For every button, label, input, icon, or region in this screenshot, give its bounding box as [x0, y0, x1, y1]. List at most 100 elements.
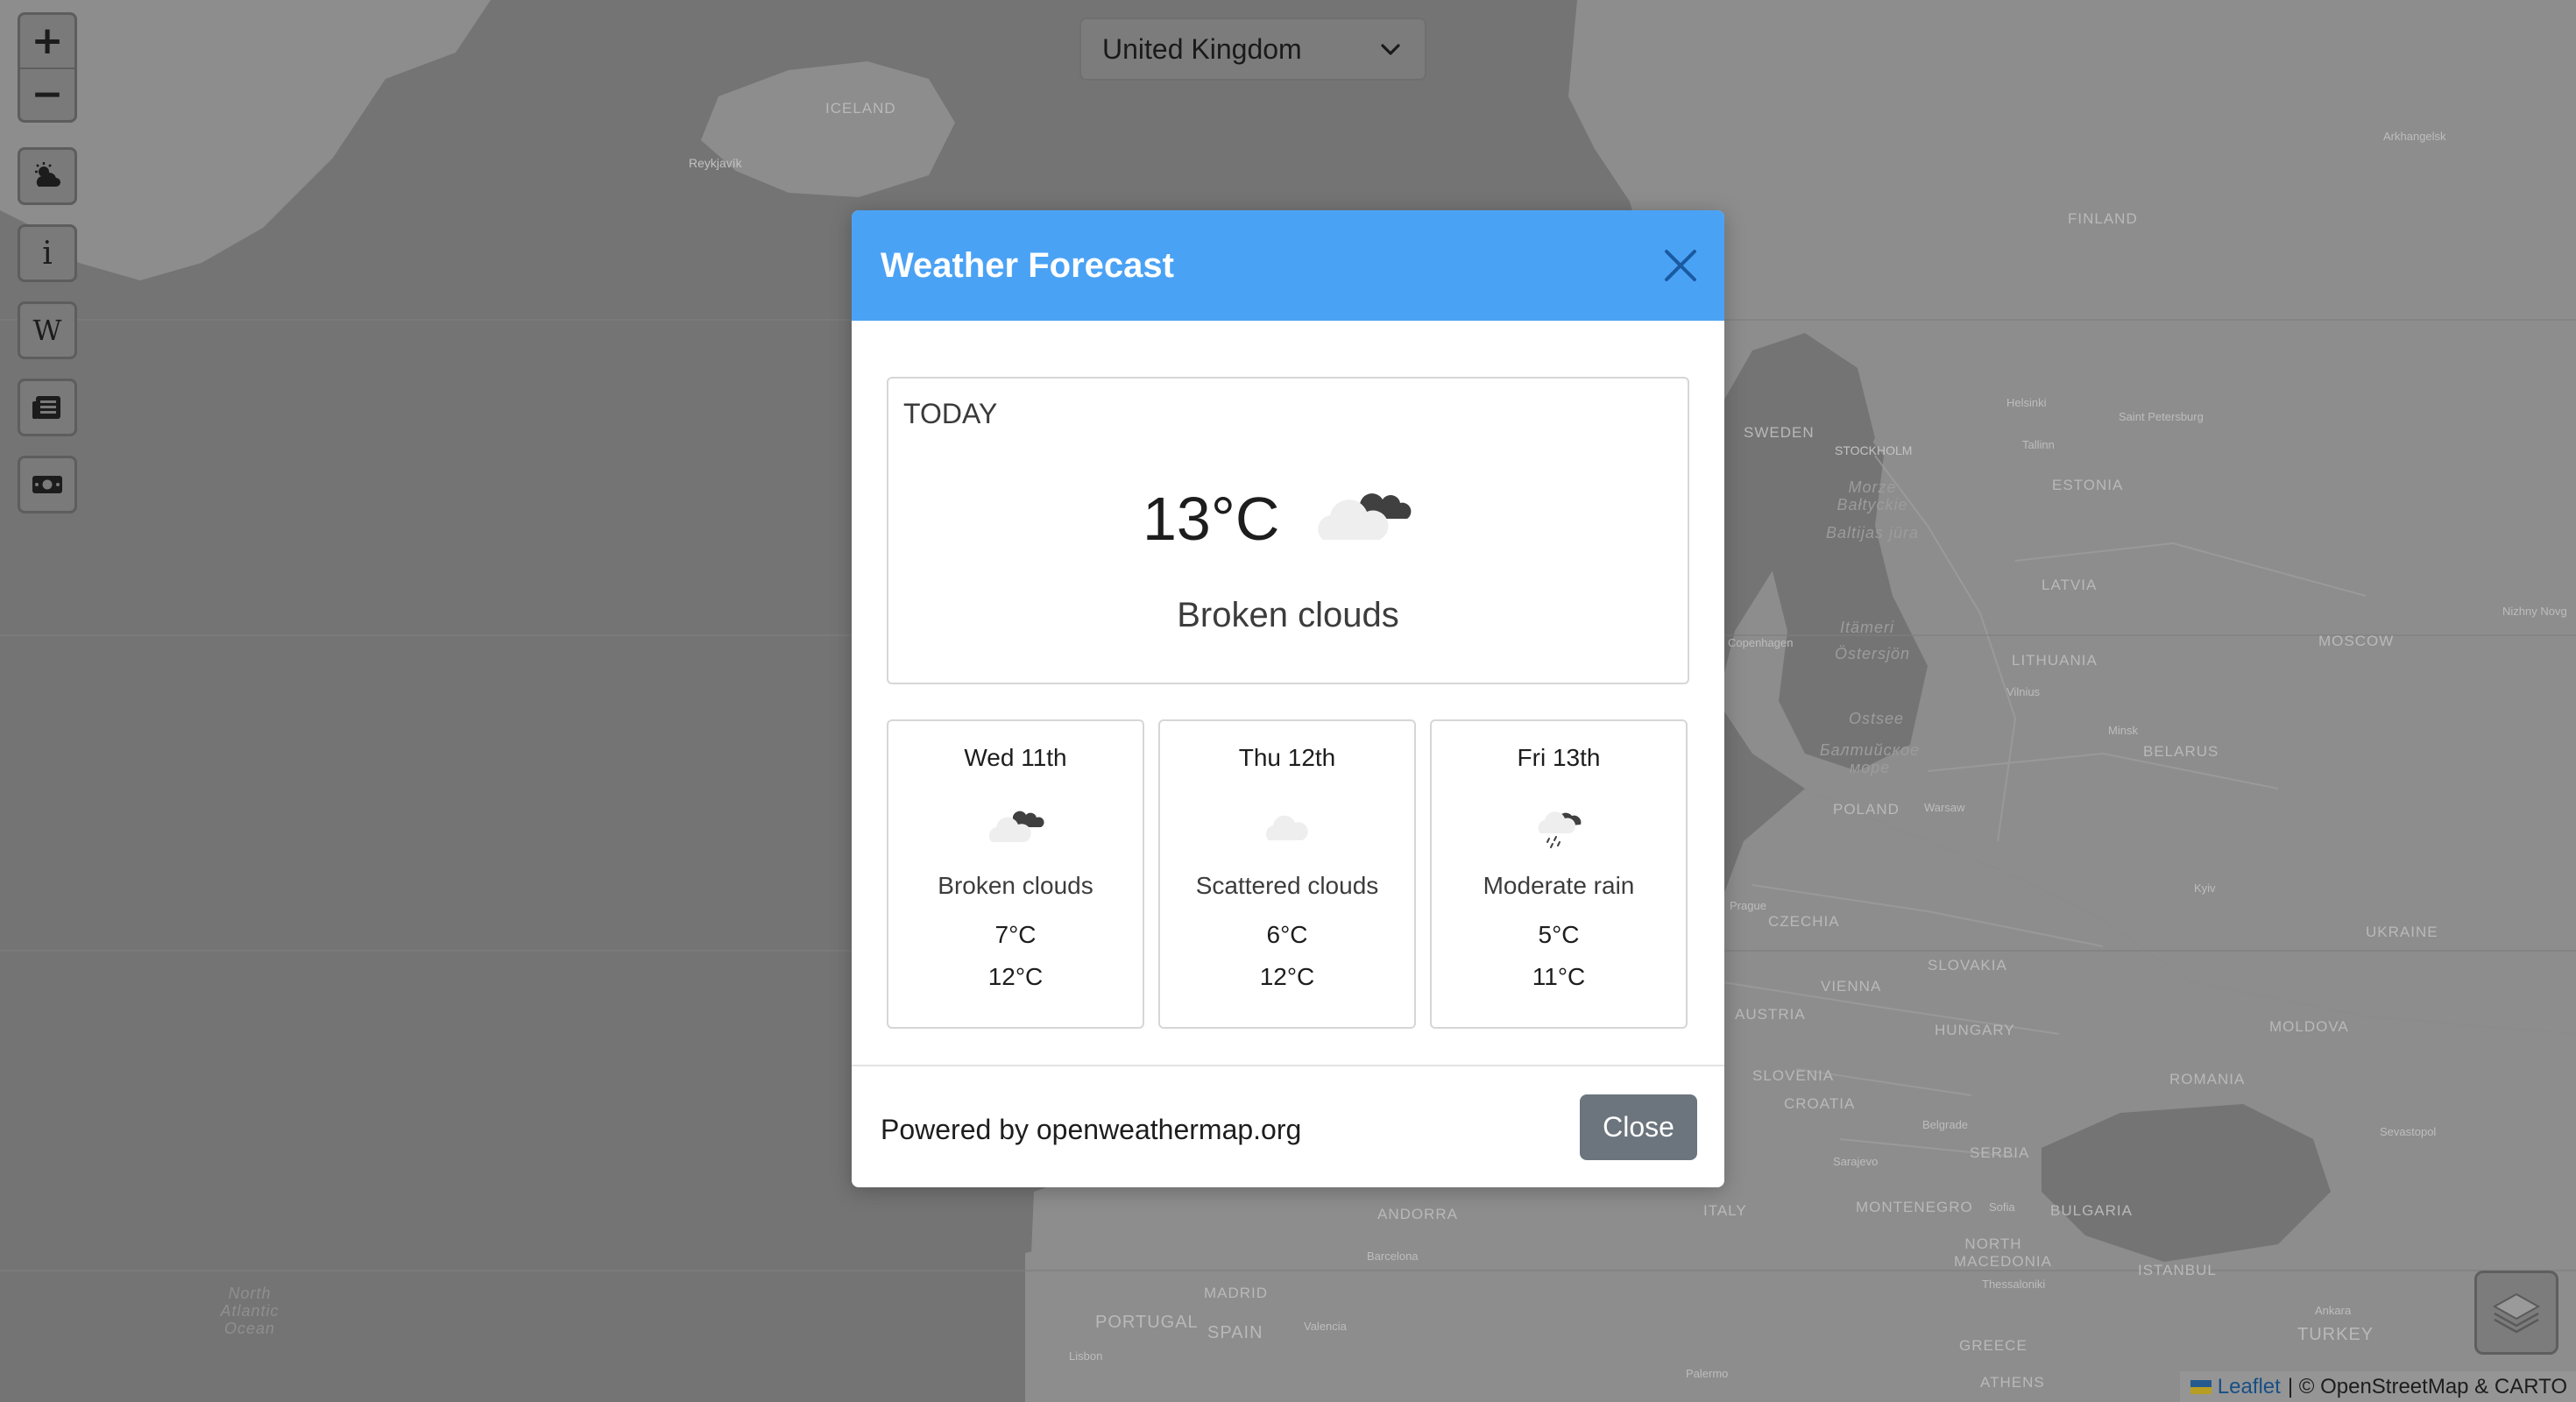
- map-label-portugal: PORTUGAL: [1095, 1313, 1199, 1332]
- wikipedia-button[interactable]: W: [20, 304, 74, 357]
- map-label-prague: Prague: [1730, 899, 1766, 912]
- currency-button[interactable]: [20, 458, 74, 511]
- map-label-thessaloniki: Thessaloniki: [1982, 1278, 2046, 1291]
- scattered-clouds-icon: [1265, 815, 1308, 840]
- map-label-tallinn: Tallinn: [2022, 438, 2055, 451]
- forecast-day-name: Wed 11th: [964, 744, 1067, 771]
- map-label-madrid: MADRID: [1204, 1285, 1269, 1301]
- map-label-palermo: Palermo: [1686, 1367, 1729, 1380]
- map-label-spain: SPAIN: [1207, 1323, 1263, 1342]
- powered-by-text: Powered by openweathermap.org: [881, 1114, 1302, 1145]
- country-select[interactable]: United Kingdom: [1079, 18, 1426, 81]
- news-control: [18, 379, 77, 436]
- leaflet-link[interactable]: Leaflet: [2218, 1375, 2281, 1399]
- minus-icon: −: [31, 72, 64, 117]
- forecast-day-description: Broken clouds: [938, 872, 1093, 899]
- zoom-in-button[interactable]: +: [20, 15, 74, 67]
- map-label-iceland: ICELAND: [825, 100, 896, 117]
- cloud-sun-icon: [35, 162, 60, 187]
- forecast-day-description: Moderate rain: [1483, 872, 1635, 899]
- map-label-czechia: CZECHIA: [1768, 913, 1840, 930]
- map-label-barcelona: Barcelona: [1367, 1250, 1419, 1263]
- info-icon: i: [42, 235, 53, 272]
- map-attribution: Leaflet | © OpenStreetMap & CARTO: [2179, 1371, 2576, 1402]
- map-label-kyiv: Kyiv: [2194, 882, 2216, 895]
- forecast-day-max-temp: 12°C: [1259, 963, 1315, 990]
- wikipedia-control: W: [18, 301, 77, 359]
- weather-button[interactable]: [20, 150, 74, 202]
- map-label-ankara: Ankara: [2315, 1304, 2352, 1317]
- today-label: TODAY: [903, 398, 998, 429]
- map-label-latvia: LATVIA: [2042, 577, 2098, 593]
- wikipedia-icon: W: [32, 314, 62, 347]
- map-label-helsinki: Helsinki: [2006, 396, 2047, 409]
- map-label-stockholm: STOCKHOLM: [1835, 443, 1913, 457]
- map-label-estonia: ESTONIA: [2052, 477, 2124, 493]
- map-label-lithuania: LITHUANIA: [2012, 652, 2098, 669]
- broken-clouds-icon: [1318, 493, 1412, 540]
- forecast-day-card: Fri 13th Moderate rain 5°C 11°C: [1430, 719, 1688, 1029]
- zoom-control: + −: [18, 12, 77, 123]
- map-label-poland: POLAND: [1833, 801, 1900, 818]
- map-label-baltic-sea-pl: Morze Bałtyckie: [1836, 478, 1908, 513]
- country-select-value: United Kingdom: [1102, 32, 1302, 65]
- forecast-day-name: Fri 13th: [1517, 744, 1601, 771]
- map-label-belarus: BELARUS: [2143, 743, 2219, 760]
- map-label-baltic-sea-ru: Балтийское море: [1819, 741, 1921, 776]
- news-button[interactable]: [20, 381, 74, 434]
- map-label-baltic-sea-fi: Itämeri: [1840, 619, 1895, 636]
- info-control: i: [18, 224, 77, 282]
- newspaper-icon: [32, 396, 60, 419]
- map-label-north-atlantic: North Atlantic Ocean: [220, 1285, 280, 1337]
- map-label-copenhagen: Copenhagen: [1728, 636, 1794, 649]
- today-temp: 13°C: [1143, 485, 1280, 553]
- forecast-day-min-temp: 5°C: [1538, 921, 1580, 948]
- moderate-rain-icon: [1538, 811, 1582, 848]
- modal-title: Weather Forecast: [881, 245, 1174, 285]
- map-label-baltic-sea-se: Östersjön: [1835, 645, 1911, 662]
- map-label-italy: ITALY: [1703, 1202, 1747, 1219]
- map-label-lisbon: Lisbon: [1069, 1349, 1103, 1363]
- forecast-day-card: Wed 11th Broken clouds 7°C 12°C: [887, 719, 1144, 1029]
- map-label-slovenia: SLOVENIA: [1752, 1067, 1835, 1084]
- money-bill-icon: [32, 476, 62, 493]
- map-label-ukraine: UKRAINE: [2366, 924, 2438, 940]
- close-button[interactable]: Close: [1580, 1094, 1697, 1160]
- map-label-turkey: TURKEY: [2297, 1325, 2374, 1344]
- close-icon[interactable]: [1663, 248, 1698, 283]
- modal-footer-divider: [852, 1065, 1724, 1066]
- map-label-st-petersburg: Saint Petersburg: [2119, 410, 2204, 423]
- map-label-belgrade: Belgrade: [1922, 1118, 1969, 1131]
- map-label-finland: FINLAND: [2068, 210, 2138, 227]
- today-card: TODAY 13°C Broken clouds: [887, 377, 1689, 684]
- map-label-greece: GREECE: [1959, 1337, 2028, 1354]
- map-label-hungary: HUNGARY: [1935, 1022, 2015, 1038]
- forecast-day-min-temp: 7°C: [994, 921, 1037, 948]
- map-label-arkhangelsk: Arkhangelsk: [2383, 130, 2446, 143]
- map-label-serbia: SERBIA: [1970, 1144, 2030, 1161]
- layers-icon: [2492, 1292, 2541, 1334]
- map-label-bulgaria: BULGARIA: [2050, 1202, 2133, 1219]
- zoom-out-button[interactable]: −: [20, 67, 74, 120]
- map-label-valencia: Valencia: [1304, 1320, 1347, 1333]
- map-label-sofia: Sofia: [1989, 1200, 2015, 1214]
- map-label-andorra: ANDORRA: [1377, 1206, 1459, 1222]
- map-label-moscow: MOSCOW: [2318, 633, 2395, 649]
- map-label-sweden: SWEDEN: [1744, 424, 1815, 441]
- map-label-slovakia: SLOVAKIA: [1928, 957, 2007, 974]
- currency-control: [18, 456, 77, 513]
- map-label-minsk: Minsk: [2108, 724, 2138, 737]
- layers-button[interactable]: [2474, 1271, 2558, 1355]
- map-label-sarajevo: Sarajevo: [1833, 1155, 1879, 1168]
- map-label-warsaw: Warsaw: [1924, 801, 1965, 814]
- forecast-day-card: Thu 12th Scattered clouds 6°C 12°C: [1158, 719, 1416, 1029]
- info-button[interactable]: i: [20, 227, 74, 280]
- map-label-sevastopol: Sevastopol: [2380, 1125, 2437, 1138]
- map-label-baltic-sea-de: Ostsee: [1849, 710, 1905, 727]
- forecast-day-min-temp: 6°C: [1266, 921, 1308, 948]
- forecast-day-description: Scattered clouds: [1195, 872, 1379, 899]
- map-label-baltic-sea-lv: Baltijas jūra: [1825, 524, 1920, 542]
- weather-control: [18, 147, 77, 205]
- map-label-athens: ATHENS: [1980, 1374, 2045, 1391]
- plus-icon: +: [31, 18, 64, 63]
